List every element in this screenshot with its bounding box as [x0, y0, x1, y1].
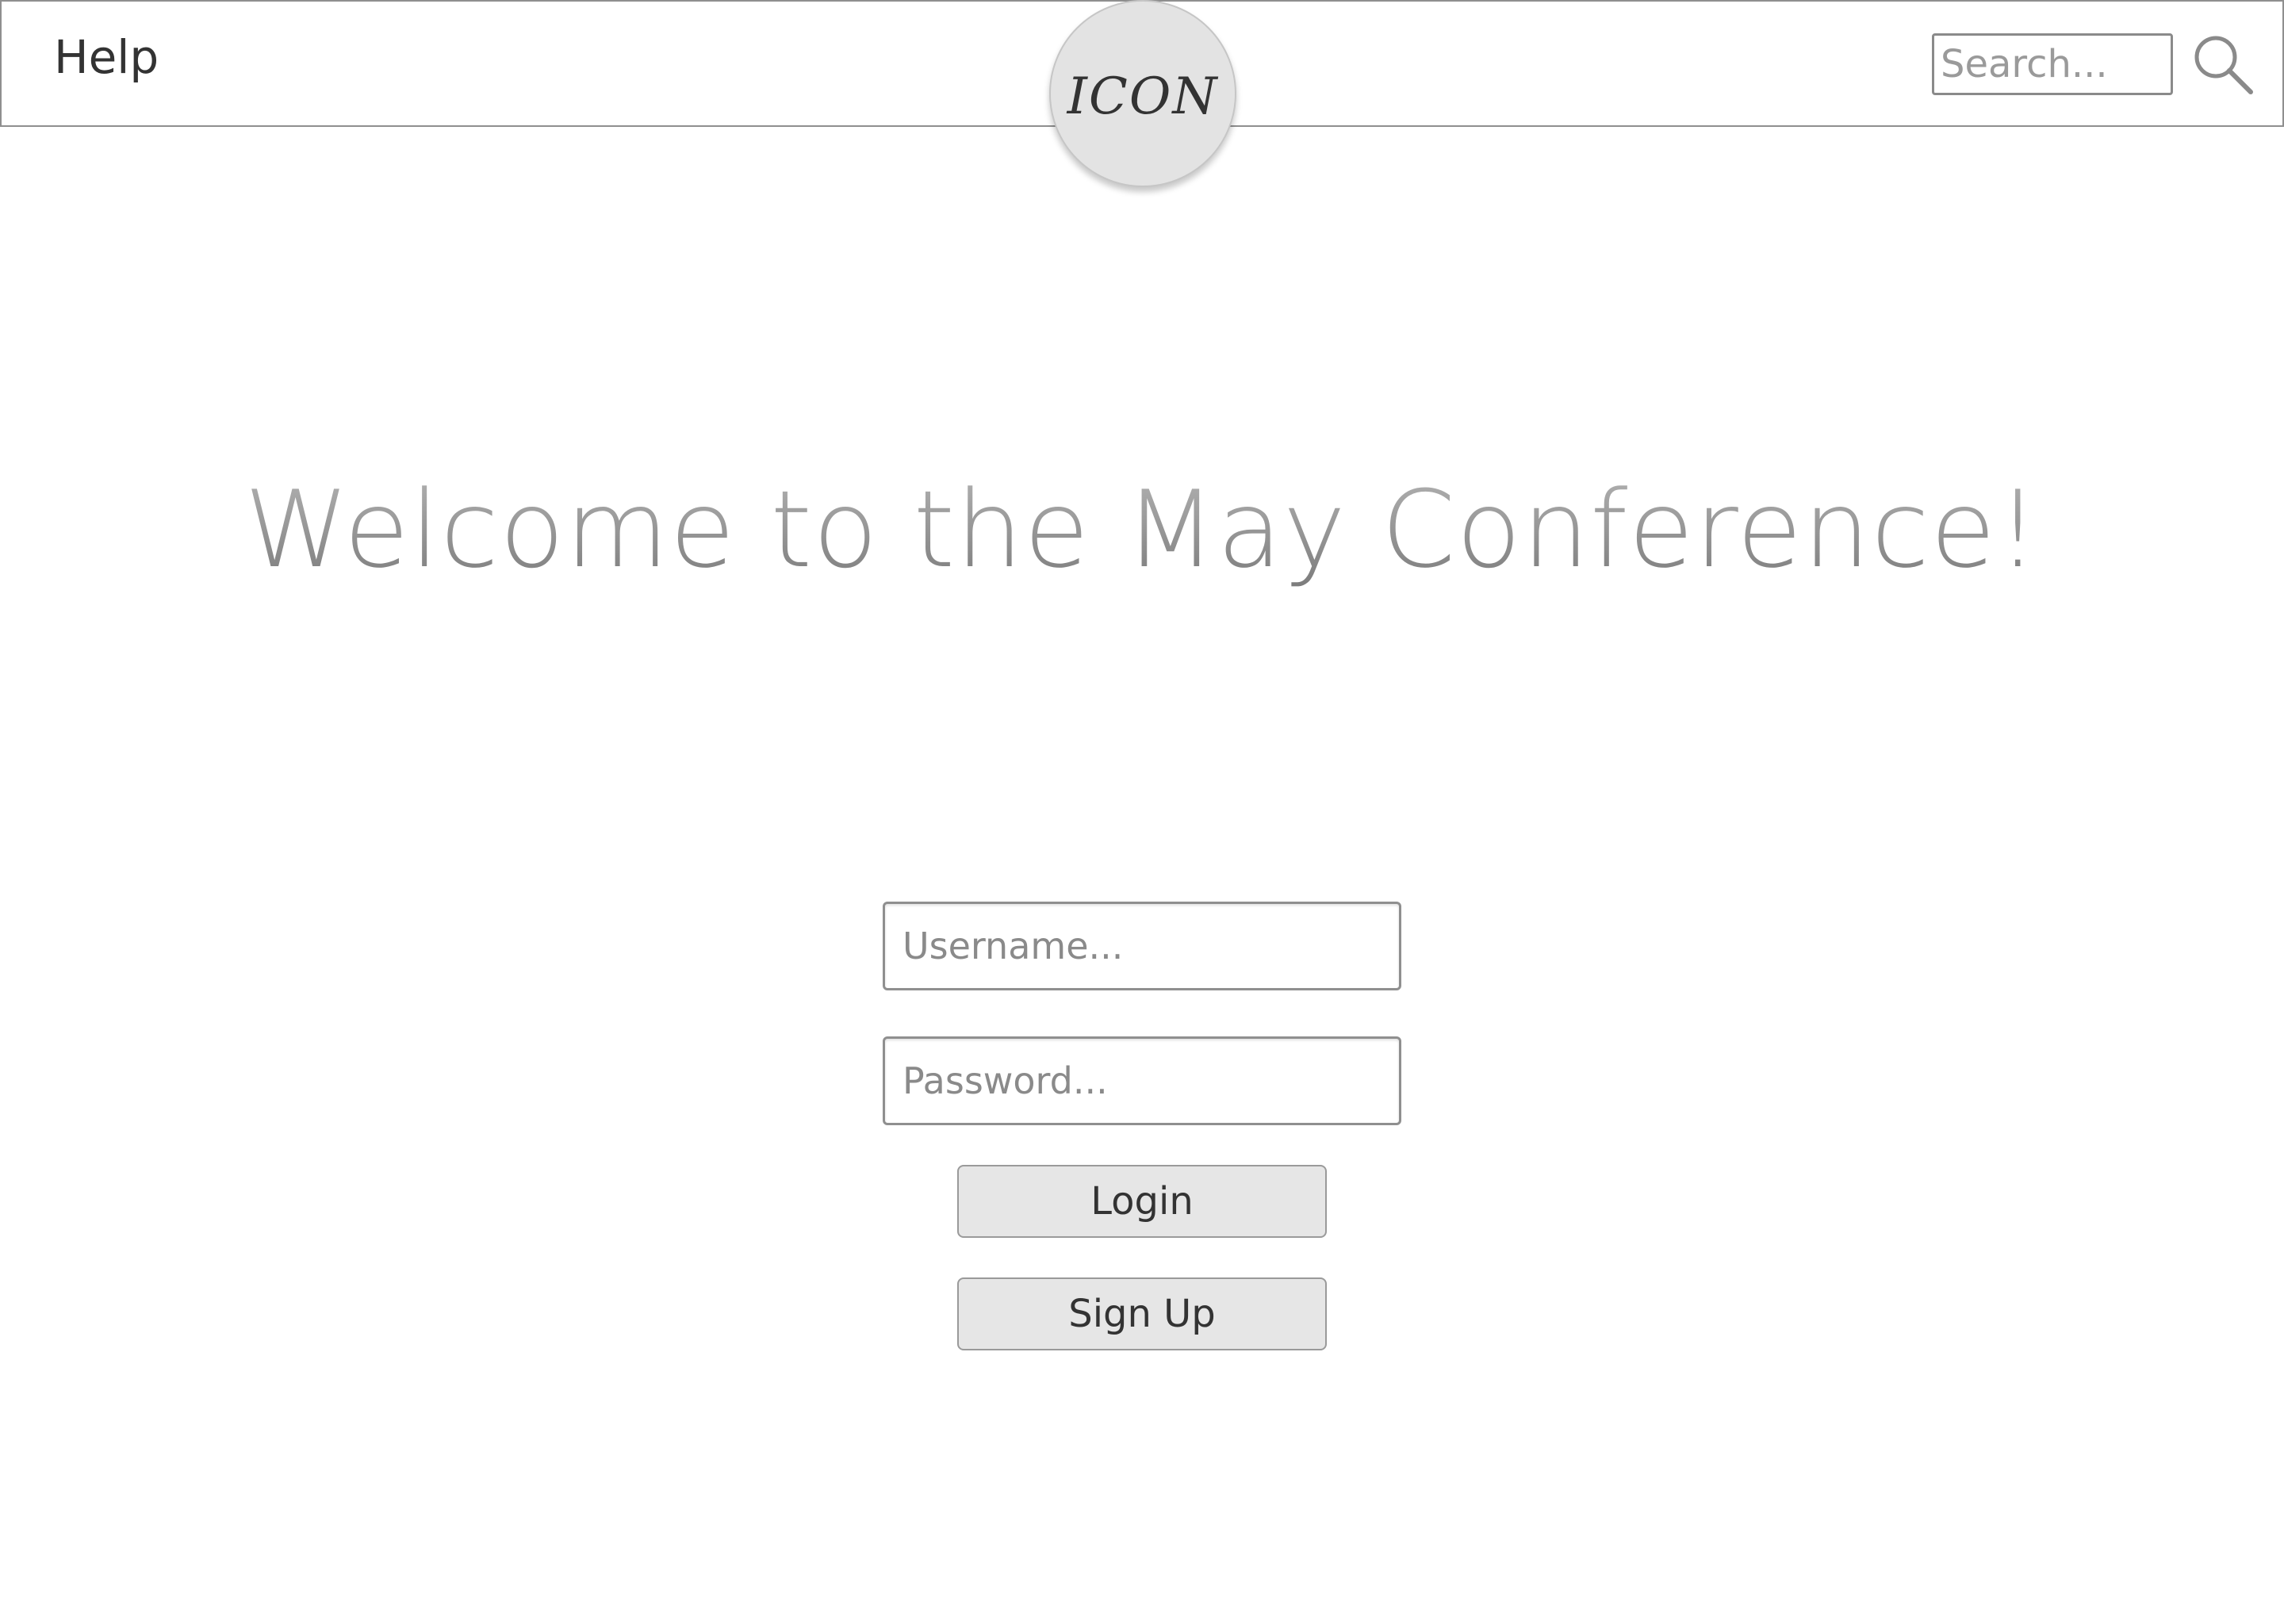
- logo-text: ICON: [1067, 67, 1219, 126]
- page: Help ICON Welcome to the May Conference!…: [0, 0, 2284, 1624]
- search-icon[interactable]: [2190, 32, 2257, 98]
- search-input[interactable]: [1932, 33, 2173, 95]
- page-title: Welcome to the May Conference!: [0, 468, 2284, 592]
- login-button[interactable]: Login: [957, 1165, 1327, 1238]
- username-field[interactable]: [883, 902, 1401, 990]
- help-link[interactable]: Help: [54, 30, 159, 84]
- password-field[interactable]: [883, 1036, 1401, 1125]
- sign-up-button[interactable]: Sign Up: [957, 1277, 1327, 1350]
- logo[interactable]: ICON: [1049, 0, 1236, 187]
